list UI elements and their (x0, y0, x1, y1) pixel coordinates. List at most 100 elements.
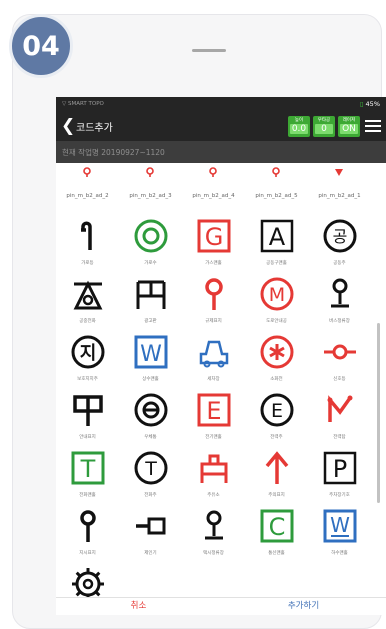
tower-icon (327, 395, 352, 422)
symbol-item[interactable]: C 통신맨홀 (245, 505, 308, 563)
symbol-item[interactable]: 가로수 (119, 215, 182, 273)
m-circle-icon: M (260, 277, 293, 311)
symbol-label: 전화맨홀 (79, 493, 96, 498)
indicator-pin-icon (79, 510, 96, 542)
svg-text:G: G (204, 223, 223, 251)
symbol-label: 전력탑 (333, 435, 346, 440)
symbol-item[interactable]: 규제표지 (182, 273, 245, 331)
car-wash-icon (199, 340, 228, 368)
symbol-item[interactable]: 주유소 (182, 447, 245, 505)
prev-label: pin_m_b2_ad_5 (255, 193, 298, 199)
symbol-list[interactable]: pin_m_b2_ad_2 pin_m_b2_ad_3 pin_m_b2_ad_… (56, 163, 386, 615)
symbol-label: 보호지지주 (77, 377, 98, 382)
red-triangle-icon[interactable] (334, 167, 344, 177)
symbol-item[interactable]: 버스정류장 (308, 273, 371, 331)
add-button[interactable]: 추가하기 (221, 598, 386, 615)
scrollbar[interactable] (377, 323, 380, 503)
cancel-button[interactable]: 취소 (56, 598, 221, 615)
pill-value: ON (340, 124, 358, 134)
hook-pole-icon (80, 221, 92, 250)
prev-label: pin_m_b2_ad_4 (192, 193, 235, 199)
symbol-item[interactable]: E 전력주 (245, 389, 308, 447)
symbol-item[interactable]: T 전화주 (119, 447, 182, 505)
symbol-item[interactable]: T 전화맨홀 (56, 447, 119, 505)
svg-text:T: T (79, 455, 95, 483)
menu-icon[interactable] (365, 120, 381, 132)
svg-text:W: W (330, 513, 350, 537)
symbol-label: 제인기 (144, 551, 157, 556)
symbol-label: 도로안내공 (266, 319, 287, 324)
symbol-item[interactable]: A 공동구맨홀 (245, 215, 308, 273)
symbol-label: 광고판 (144, 319, 157, 324)
red-pin-icon[interactable] (208, 167, 218, 177)
valve-icon (135, 517, 165, 535)
a-box-icon: A (260, 219, 293, 253)
symbol-label: 안내표지 (79, 435, 96, 440)
symbol-item[interactable]: E 전기맨홀 (182, 389, 245, 447)
app-bar: ❮ 코드추가 높이 0.0 우타공 0 레이져 ON (56, 111, 386, 141)
symbol-item[interactable]: 우체통 (119, 389, 182, 447)
bottom-action-bar: 취소 추가하기 (56, 597, 386, 615)
symbol-item[interactable]: 가로등 (56, 215, 119, 273)
battery-icon: ▯ (359, 100, 364, 108)
prev-label: pin_m_b2_ad_1 (318, 193, 361, 199)
symbol-label: 공중전화 (79, 319, 96, 324)
pill-label: 우타공 (317, 118, 331, 123)
pill-value: 0.0 (290, 124, 308, 134)
red-pin-icon[interactable] (82, 167, 92, 177)
regulation-sign-icon (204, 278, 223, 310)
symbol-item[interactable]: 소화전 (245, 331, 308, 389)
symbol-label: 소화전 (270, 377, 283, 382)
symbol-label: 가로수 (144, 261, 157, 266)
symbol-label: 택시정류장 (203, 551, 224, 556)
symbol-label: 공동구맨홀 (266, 261, 287, 266)
height-pill[interactable]: 높이 0.0 (288, 115, 310, 137)
red-pin-icon[interactable] (145, 167, 155, 177)
symbol-label: 주의표지 (268, 493, 285, 498)
signal-light-icon (323, 344, 356, 360)
t-box-icon: T (71, 451, 104, 485)
symbol-item[interactable]: 공 공동주 (308, 215, 371, 273)
prev-symbols-row (56, 163, 386, 193)
symbol-item[interactable]: 택시정류장 (182, 505, 245, 563)
laser-pill[interactable]: 레이져 ON (338, 115, 360, 137)
fire-hydrant-icon (260, 335, 293, 369)
symbol-item[interactable]: G 가스맨홀 (182, 215, 245, 273)
symbol-item[interactable]: 주의표지 (245, 447, 308, 505)
symbol-label: 지시표지 (79, 551, 96, 556)
symbol-label: 전력주 (270, 435, 283, 440)
symbol-item[interactable]: P 주차장기호 (308, 447, 371, 505)
symbol-item[interactable]: 신호등 (308, 331, 371, 389)
red-pin-icon[interactable] (271, 167, 281, 177)
symbol-item[interactable]: W 상수맨홀 (119, 331, 182, 389)
svg-text:M: M (268, 284, 284, 306)
symbol-label: 우체통 (144, 435, 157, 440)
offset-pill[interactable]: 우타공 0 (313, 115, 335, 137)
symbol-item[interactable]: 전력탑 (308, 389, 371, 447)
svg-text:C: C (268, 513, 285, 541)
symbol-item[interactable]: 안내표지 (56, 389, 119, 447)
symbol-label: 전화주 (144, 493, 157, 498)
battery-level: 45% (365, 100, 380, 108)
drag-handle[interactable] (192, 49, 226, 52)
back-icon[interactable]: ❮ (61, 117, 75, 135)
symbol-item[interactable]: 지시표지 (56, 505, 119, 563)
prev-label: pin_m_b2_ad_3 (129, 193, 172, 199)
symbol-item[interactable]: W 하수맨홀 (308, 505, 371, 563)
page-title: 코드추가 (76, 122, 113, 134)
prev-labels-row: pin_m_b2_ad_2 pin_m_b2_ad_3 pin_m_b2_ad_… (56, 193, 386, 215)
symbol-item[interactable]: 지 보호지지주 (56, 331, 119, 389)
symbol-item[interactable]: 세차장 (182, 331, 245, 389)
symbol-item[interactable]: 광고판 (119, 273, 182, 331)
symbol-item[interactable]: 공중전화 (56, 273, 119, 331)
pill-label: 높이 (294, 118, 304, 123)
svg-text:E: E (206, 397, 221, 425)
symbol-item[interactable]: M 도로안내공 (245, 273, 308, 331)
p-box-icon: P (323, 451, 356, 485)
symbol-label: 버스정류장 (329, 319, 350, 324)
symbol-label: 주유소 (207, 493, 220, 498)
svg-text:공: 공 (332, 227, 347, 246)
symbol-item[interactable]: 제인기 (119, 505, 182, 563)
job-name: 현재 작업명 20190927~1120 (56, 141, 386, 163)
svg-text:지: 지 (79, 343, 96, 364)
